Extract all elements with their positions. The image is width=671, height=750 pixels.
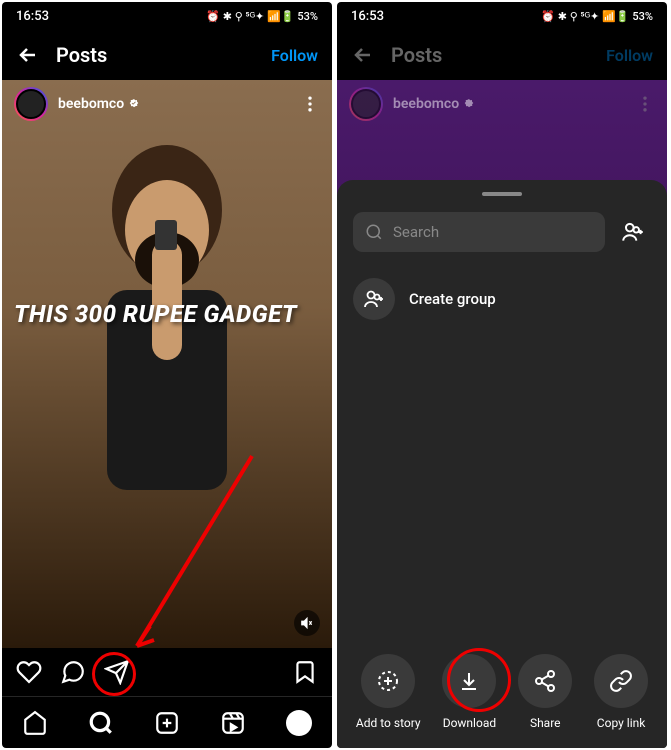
- mute-icon[interactable]: [294, 610, 320, 636]
- send-icon[interactable]: [104, 659, 130, 685]
- header-title: Posts: [56, 43, 255, 67]
- post-header: beebomco: [2, 80, 332, 128]
- home-icon[interactable]: [22, 710, 48, 736]
- comment-icon[interactable]: [60, 659, 86, 685]
- verified-icon: [463, 98, 475, 110]
- add-story-icon: [376, 669, 400, 693]
- phone-left: 16:53 ⏰ ✱ ⚲ ⁵ᴳ✦ 📶🔋53% Posts Follow THIS …: [2, 2, 332, 748]
- avatar[interactable]: [349, 87, 383, 121]
- status-bar: 16:53 ⏰ ✱ ⚲ ⁵ᴳ✦ 📶🔋53%: [337, 2, 667, 30]
- more-icon[interactable]: [300, 94, 320, 114]
- share-button[interactable]: Share: [518, 654, 572, 730]
- username[interactable]: beebomco: [58, 96, 140, 112]
- search-row: Search: [337, 212, 667, 252]
- share-sheet: Search Create group Add to story: [337, 180, 667, 748]
- verified-icon: [128, 98, 140, 110]
- follow-link[interactable]: Follow: [606, 46, 653, 65]
- follow-link[interactable]: Follow: [271, 46, 318, 65]
- copy-link-button[interactable]: Copy link: [594, 654, 648, 730]
- bottom-nav: [2, 696, 332, 748]
- username[interactable]: beebomco: [393, 96, 475, 112]
- sheet-handle[interactable]: [482, 192, 522, 196]
- avatar[interactable]: [14, 87, 48, 121]
- post-media[interactable]: THIS 300 RUPEE GADGET: [2, 80, 332, 648]
- link-icon: [609, 669, 633, 693]
- create-group-button[interactable]: Create group: [337, 268, 667, 330]
- create-group-label: Create group: [409, 290, 496, 308]
- share-icon: [533, 669, 557, 693]
- search-nav-icon[interactable]: [88, 710, 114, 736]
- post-actions: [2, 648, 332, 696]
- group-icon: [353, 278, 395, 320]
- like-icon[interactable]: [16, 659, 42, 685]
- add-to-story-button[interactable]: Add to story: [356, 654, 421, 730]
- search-icon: [365, 223, 383, 241]
- post-header: beebomco: [337, 80, 667, 128]
- posts-header: Posts Follow: [337, 30, 667, 80]
- status-icons: ⏰ ✱ ⚲ ⁵ᴳ✦ 📶🔋53%: [541, 10, 653, 23]
- sheet-actions: Add to story Download Share Copy link: [337, 654, 667, 730]
- download-icon: [457, 669, 481, 693]
- posts-header: Posts Follow: [2, 30, 332, 80]
- reel-caption: THIS 300 RUPEE GADGET: [14, 300, 297, 328]
- download-button[interactable]: Download: [442, 654, 496, 730]
- person-image: [67, 130, 267, 530]
- status-time: 16:53: [351, 9, 384, 24]
- header-title: Posts: [391, 43, 590, 67]
- add-people-icon[interactable]: [615, 214, 651, 250]
- reels-icon[interactable]: [220, 710, 246, 736]
- back-icon[interactable]: [351, 43, 375, 67]
- status-bar: 16:53 ⏰ ✱ ⚲ ⁵ᴳ✦ 📶🔋53%: [2, 2, 332, 30]
- bookmark-icon[interactable]: [292, 659, 318, 685]
- status-time: 16:53: [16, 9, 49, 24]
- status-icons: ⏰ ✱ ⚲ ⁵ᴳ✦ 📶🔋53%: [206, 10, 318, 23]
- more-icon[interactable]: [635, 94, 655, 114]
- phone-right: 16:53 ⏰ ✱ ⚲ ⁵ᴳ✦ 📶🔋53% Posts Follow beebo…: [337, 2, 667, 748]
- create-icon[interactable]: [154, 710, 180, 736]
- profile-nav-icon[interactable]: [286, 710, 312, 736]
- back-icon[interactable]: [16, 43, 40, 67]
- search-input[interactable]: Search: [353, 212, 605, 252]
